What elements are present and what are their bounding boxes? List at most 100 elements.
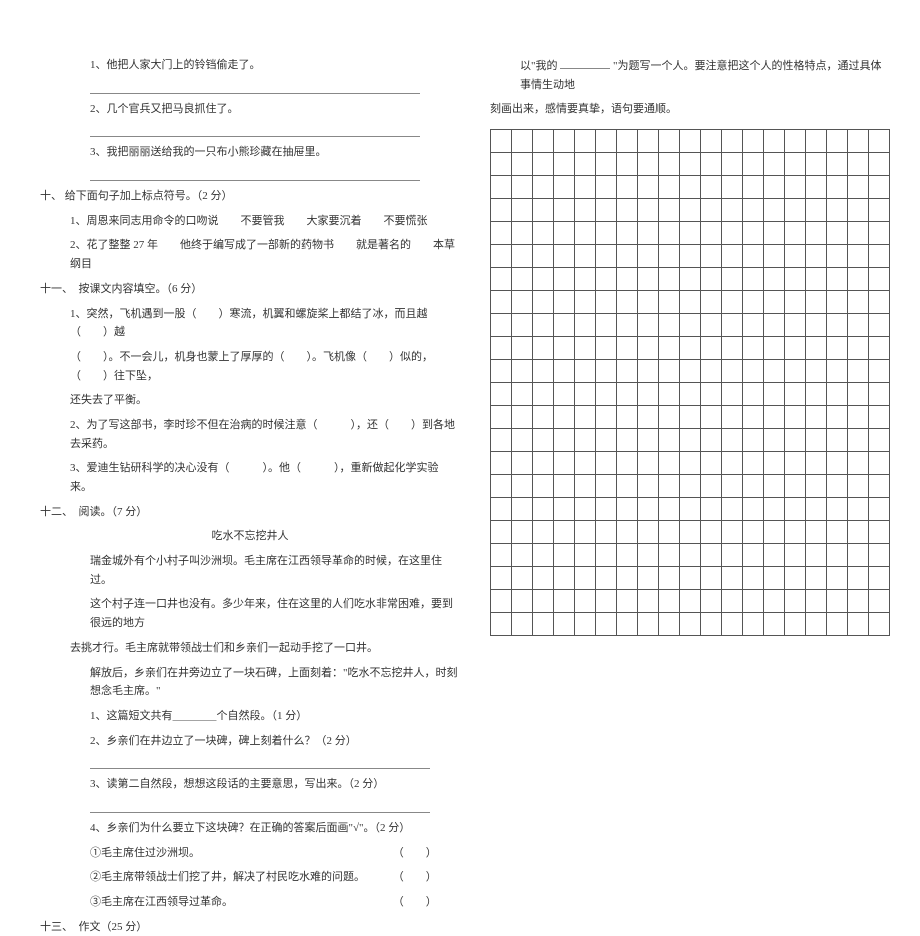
grid-cell <box>638 199 659 222</box>
grid-cell <box>512 337 533 360</box>
grid-cell <box>827 222 848 245</box>
grid-cell <box>659 521 680 544</box>
grid-cell <box>869 268 890 291</box>
grid-cell <box>638 406 659 429</box>
grid-cell <box>491 475 512 498</box>
grid-cell <box>617 130 638 153</box>
grid-cell <box>806 314 827 337</box>
grid-cell <box>617 452 638 475</box>
grid-cell <box>848 268 869 291</box>
composition-prompt-line2: 刻画出来，感情要真挚，语句要通顺。 <box>490 100 890 119</box>
grid-cell <box>533 613 554 636</box>
grid-cell <box>596 268 617 291</box>
grid-cell <box>554 222 575 245</box>
grid-cell <box>554 383 575 406</box>
grid-cell <box>617 153 638 176</box>
grid-cell <box>743 406 764 429</box>
grid-cell <box>701 521 722 544</box>
grid-cell <box>701 268 722 291</box>
section-12-q4a: ①毛主席住过沙洲坝。 （ ） <box>40 844 460 863</box>
grid-cell <box>764 360 785 383</box>
grid-cell <box>659 498 680 521</box>
grid-cell <box>575 452 596 475</box>
grid-cell <box>806 590 827 613</box>
grid-cell <box>575 337 596 360</box>
grid-cell <box>617 222 638 245</box>
grid-cell <box>785 222 806 245</box>
section-12-q2: 2、乡亲们在井边立了一块碑，碑上刻着什么？（2 分） <box>40 732 460 751</box>
grid-cell <box>617 291 638 314</box>
answer-blank-2 <box>90 124 420 137</box>
option-a-text: ①毛主席住过沙洲坝。 <box>90 844 390 863</box>
grid-cell <box>806 475 827 498</box>
grid-cell <box>848 199 869 222</box>
grid-cell <box>701 567 722 590</box>
grid-cell <box>533 268 554 291</box>
section-12-q3: 3、读第二自然段，想想这段话的主要意思，写出来。（2 分） <box>40 775 460 794</box>
grid-cell <box>575 475 596 498</box>
grid-cell <box>785 268 806 291</box>
grid-cell <box>722 268 743 291</box>
question-3: 3、我把丽丽送给我的一只布小熊珍藏在抽屉里。 <box>40 143 460 162</box>
grid-cell <box>701 314 722 337</box>
grid-cell <box>806 406 827 429</box>
grid-cell <box>512 590 533 613</box>
grid-cell <box>848 314 869 337</box>
answer-blank-q2 <box>90 756 430 769</box>
grid-cell <box>554 429 575 452</box>
grid-cell <box>848 567 869 590</box>
grid-cell <box>596 544 617 567</box>
grid-cell <box>512 613 533 636</box>
grid-cell <box>554 613 575 636</box>
grid-cell <box>491 153 512 176</box>
grid-cell <box>575 590 596 613</box>
grid-cell <box>512 314 533 337</box>
grid-cell <box>659 452 680 475</box>
grid-cell <box>785 452 806 475</box>
grid-cell <box>869 544 890 567</box>
grid-cell <box>806 268 827 291</box>
grid-cell <box>554 406 575 429</box>
grid-cell <box>701 337 722 360</box>
section-12-q1: 1、这篇短文共有＿＿＿＿个自然段。（1 分） <box>40 707 460 726</box>
grid-cell <box>596 429 617 452</box>
grid-cell <box>596 337 617 360</box>
grid-cell <box>701 452 722 475</box>
grid-cell <box>659 291 680 314</box>
grid-cell <box>806 498 827 521</box>
passage-heading: 吃水不忘挖井人 <box>40 527 460 546</box>
grid-cell <box>722 475 743 498</box>
grid-cell <box>827 383 848 406</box>
writing-grid <box>490 129 890 636</box>
grid-cell <box>596 291 617 314</box>
grid-cell <box>680 544 701 567</box>
answer-blank-1 <box>90 81 420 94</box>
option-c-paren: （ ） <box>393 893 437 912</box>
grid-cell <box>743 521 764 544</box>
grid-cell <box>575 176 596 199</box>
grid-cell <box>869 245 890 268</box>
grid-cell <box>554 360 575 383</box>
grid-cell <box>722 153 743 176</box>
grid-cell <box>722 337 743 360</box>
grid-cell <box>638 153 659 176</box>
grid-cell <box>533 475 554 498</box>
grid-cell <box>806 544 827 567</box>
grid-cell <box>722 590 743 613</box>
grid-cell <box>533 222 554 245</box>
grid-cell <box>848 337 869 360</box>
grid-cell <box>869 613 890 636</box>
grid-cell <box>491 314 512 337</box>
grid-cell <box>659 337 680 360</box>
grid-cell <box>680 429 701 452</box>
grid-cell <box>554 544 575 567</box>
grid-cell <box>596 475 617 498</box>
grid-cell <box>848 590 869 613</box>
grid-cell <box>554 567 575 590</box>
grid-cell <box>848 291 869 314</box>
grid-cell <box>680 498 701 521</box>
grid-cell <box>848 406 869 429</box>
grid-cell <box>722 383 743 406</box>
grid-cell <box>638 176 659 199</box>
grid-cell <box>617 429 638 452</box>
